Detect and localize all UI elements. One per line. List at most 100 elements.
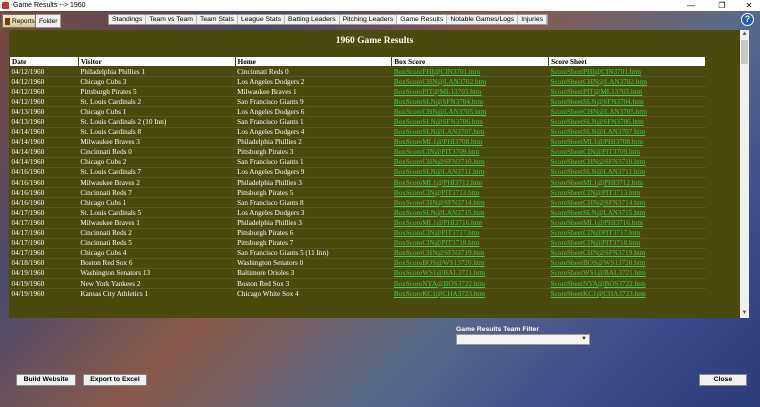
cell-visitor: Cincinnati Reds 0 bbox=[78, 146, 236, 158]
cell-date: 04/14/1960 bbox=[9, 146, 79, 158]
tab-team-vs-team[interactable]: Team vs Team bbox=[146, 15, 197, 24]
vertical-scrollbar[interactable]: ▲ ▼ bbox=[740, 30, 749, 318]
reports-label: Reports bbox=[12, 17, 35, 25]
tab-batting-leaders[interactable]: Batting Leaders bbox=[285, 15, 340, 24]
cell-box-score-link[interactable]: BoxScoreCIN@PIT3718.htm bbox=[391, 237, 549, 249]
help-icon[interactable]: ? bbox=[741, 13, 754, 26]
cell-box-score-link[interactable]: BoxScoreCHN@SFN3710.htm bbox=[391, 156, 549, 168]
cell-score-sheet-link[interactable]: ScoreSheetCHN@SFN3714.htm bbox=[548, 197, 706, 208]
header-home[interactable]: Home bbox=[234, 56, 393, 67]
export-excel-button[interactable]: Export to Excel bbox=[83, 374, 147, 386]
cell-score-sheet-link[interactable]: ScoreSheetCHN@SFN3710.htm bbox=[548, 156, 706, 168]
cell-score-sheet-link[interactable]: ScoreSheetCHN@SFN3719.htm bbox=[548, 247, 706, 259]
cell-score-sheet-link[interactable]: ScoreSheetPIT@ML13703.htm bbox=[548, 86, 706, 97]
cell-box-score-link[interactable]: BoxScoreML1@PHI3708.htm bbox=[391, 136, 549, 148]
cell-box-score-link[interactable]: BoxScoreCHN@SFN3714.htm bbox=[391, 197, 549, 208]
cell-box-score-link[interactable]: BoxScoreSLN@LAN3707.htm bbox=[391, 126, 549, 138]
header-date[interactable]: Date bbox=[9, 56, 79, 67]
cell-date: 04/16/1960 bbox=[9, 187, 79, 198]
table-row: 04/12/1960 Philadelphia Phillies 1 Cincinn… bbox=[9, 65, 706, 77]
cell-box-score-link[interactable]: BoxScoreCHN@SFN3719.htm bbox=[391, 247, 549, 259]
cell-visitor: Pittsburgh Pirates 5 bbox=[78, 86, 236, 97]
cell-box-score-link[interactable]: BoxScoreCHN@LAN3705.htm bbox=[391, 106, 549, 117]
cell-box-score-link[interactable]: BoxScoreBOS@WS13720.htm bbox=[391, 257, 549, 269]
cell-box-score-link[interactable]: BoxScoreCHN@LAN3702.htm bbox=[391, 76, 549, 87]
cell-score-sheet-link[interactable]: ScoreSheetCHN@LAN3702.htm bbox=[548, 76, 706, 87]
folder-button[interactable]: Folder bbox=[36, 14, 62, 28]
table-row: 04/16/1960 Chicago Cubs 1 San Francisco Gi… bbox=[9, 197, 706, 208]
scroll-thumb[interactable] bbox=[741, 40, 748, 64]
cell-score-sheet-link[interactable]: ScoreSheetSLN@SFN3704.htm bbox=[548, 96, 706, 107]
cell-home: Philadelphia Phillies 2 bbox=[235, 136, 392, 148]
cell-box-score-link[interactable]: BoxScoreML1@PHI3716.htm bbox=[391, 217, 549, 228]
build-website-button[interactable]: Build Website bbox=[16, 374, 76, 386]
header-visitor[interactable]: Visitor bbox=[77, 56, 236, 67]
cell-score-sheet-link[interactable]: ScoreSheetWS1@BAL3721.htm bbox=[548, 267, 706, 279]
cell-score-sheet-link[interactable]: ScoreSheetSLN@LAN3707.htm bbox=[548, 126, 706, 138]
cell-score-sheet-link[interactable]: ScoreSheetCIN@PIT3717.htm bbox=[548, 227, 706, 239]
cell-score-sheet-link[interactable]: ScoreSheetML1@PHI3712.htm bbox=[548, 177, 706, 188]
cell-box-score-link[interactable]: BoxScoreSLN@LAN3711.htm bbox=[391, 166, 549, 178]
cell-score-sheet-link[interactable]: ScoreSheetBOS@WS13720.htm bbox=[548, 257, 706, 269]
tab-team-stats[interactable]: Team Stats bbox=[197, 15, 238, 24]
scroll-up-icon[interactable]: ▲ bbox=[740, 30, 749, 39]
scroll-down-icon[interactable]: ▼ bbox=[740, 309, 749, 318]
reports-button[interactable]: Reports bbox=[2, 14, 36, 28]
tab-notable-games[interactable]: Notable Games/Logs bbox=[447, 15, 519, 24]
table-row: 04/17/1960 Cincinnati Reds 2 Pittsburgh Pi… bbox=[9, 227, 706, 239]
cell-box-score-link[interactable]: BoxScoreCIN@PIT3713.htm bbox=[391, 187, 549, 198]
cell-home: Los Angeles Dodgers 4 bbox=[235, 126, 392, 138]
cell-home: Pittsburgh Pirates 3 bbox=[235, 146, 392, 158]
cell-box-score-link[interactable]: BoxScoreWS1@BAL3721.htm bbox=[391, 267, 549, 279]
cell-box-score-link[interactable]: BoxScoreSLN@SFN3704.htm bbox=[391, 96, 549, 107]
cell-box-score-link[interactable]: BoxScoreKC1@CHA3723.htm bbox=[391, 288, 549, 299]
maximize-button[interactable]: ❐ bbox=[711, 0, 733, 11]
cell-box-score-link[interactable]: BoxScorePIT@ML13703.htm bbox=[391, 86, 549, 97]
cell-box-score-link[interactable]: BoxScoreSLN@SFN3706.htm bbox=[391, 116, 549, 128]
cell-score-sheet-link[interactable]: ScoreSheetNYA@BOS3722.htm bbox=[548, 277, 706, 289]
cell-date: 04/17/1960 bbox=[9, 207, 79, 218]
cell-date: 04/17/1960 bbox=[9, 247, 79, 259]
cell-score-sheet-link[interactable]: ScoreSheetSLN@LAN3715.htm bbox=[548, 207, 706, 218]
cell-box-score-link[interactable]: BoxScoreNYA@BOS3722.htm bbox=[391, 277, 549, 289]
team-filter-select[interactable]: ▼ bbox=[456, 334, 590, 345]
cell-score-sheet-link[interactable]: ScoreSheetCIN@PIT3718.htm bbox=[548, 237, 706, 249]
cell-visitor: Washington Senators 13 bbox=[78, 267, 236, 279]
cell-box-score-link[interactable]: BoxScorePHI@CIN3701.htm bbox=[391, 65, 549, 77]
cell-box-score-link[interactable]: BoxScoreCIN@PIT3709.htm bbox=[391, 146, 549, 158]
cell-visitor: Milwaukee Braves 3 bbox=[78, 136, 236, 148]
cell-visitor: Cincinnati Reds 2 bbox=[78, 227, 236, 239]
tab-pitching-leaders[interactable]: Pitching Leaders bbox=[340, 15, 398, 24]
tab-league-stats[interactable]: League Stats bbox=[238, 15, 285, 24]
cell-score-sheet-link[interactable]: ScoreSheetSLN@SFN3706.htm bbox=[548, 116, 706, 128]
cell-score-sheet-link[interactable]: ScoreSheetSLN@LAN3711.htm bbox=[548, 166, 706, 178]
cell-home: San Francisco Giants 5 (11 Inn) bbox=[235, 247, 392, 259]
cell-score-sheet-link[interactable]: ScoreSheetCIN@PIT3713.htm bbox=[548, 187, 706, 198]
minimize-button[interactable]: — bbox=[680, 0, 702, 11]
cell-visitor: St. Louis Cardinals 5 bbox=[78, 207, 236, 218]
cell-score-sheet-link[interactable]: ScoreSheetCIN@PIT3709.htm bbox=[548, 146, 706, 158]
close-window-button[interactable]: ✕ bbox=[738, 0, 760, 11]
tab-injuries[interactable]: Injuries bbox=[518, 15, 548, 24]
cell-score-sheet-link[interactable]: ScoreSheetKC1@CHA3723.htm bbox=[548, 288, 706, 299]
report-tabs: Standings Team vs Team Team Stats League… bbox=[108, 14, 549, 25]
cell-date: 04/17/1960 bbox=[9, 217, 79, 228]
cell-home: Pittsburgh Pirates 5 bbox=[235, 187, 392, 198]
cell-score-sheet-link[interactable]: ScoreSheetPHI@CIN3701.htm bbox=[548, 65, 706, 77]
header-box-score[interactable]: Box Score bbox=[391, 56, 550, 67]
cell-visitor: Cincinnati Reds 5 bbox=[78, 237, 236, 249]
header-score-sheet[interactable]: Score Sheet bbox=[548, 56, 706, 67]
close-button[interactable]: Close bbox=[699, 374, 747, 386]
tab-game-results[interactable]: Game Results bbox=[397, 15, 448, 24]
cell-score-sheet-link[interactable]: ScoreSheetCHN@LAN3705.htm bbox=[548, 106, 706, 117]
cell-score-sheet-link[interactable]: ScoreSheetML1@PHI3716.htm bbox=[548, 217, 706, 228]
cell-date: 04/17/1960 bbox=[9, 237, 79, 249]
cell-score-sheet-link[interactable]: ScoreSheetML1@PHI3708.htm bbox=[548, 136, 706, 148]
table-row: 04/12/1960 St. Louis Cardinals 2 San Franc… bbox=[9, 96, 706, 107]
cell-box-score-link[interactable]: BoxScoreML1@PHI3712.htm bbox=[391, 177, 549, 188]
window-title: Game Results --> 1960 bbox=[13, 2, 86, 9]
cell-box-score-link[interactable]: BoxScoreSLN@LAN3715.htm bbox=[391, 207, 549, 218]
cell-box-score-link[interactable]: BoxScoreCIN@PIT3717.htm bbox=[391, 227, 549, 239]
tab-standings[interactable]: Standings bbox=[109, 15, 147, 24]
cell-visitor: Milwaukee Braves 2 bbox=[78, 177, 236, 188]
